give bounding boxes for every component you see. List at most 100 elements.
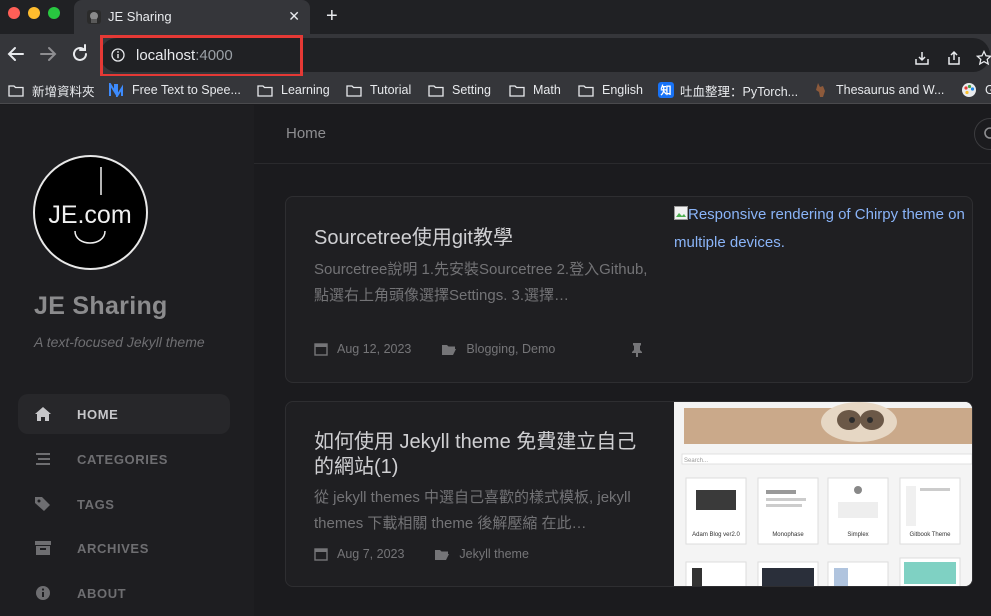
zhihu-icon: 知: [658, 82, 674, 98]
post-date: Aug 12, 2023: [337, 342, 412, 356]
browser-tab-active[interactable]: JE Sharing ✕: [74, 0, 310, 34]
bookmark-label: Learning: [281, 83, 330, 97]
nav-label: TAGS: [77, 497, 115, 512]
forward-arrow-icon[interactable]: [36, 42, 60, 66]
jekyll-themes-screenshot: Search... Adam Blog ver2.0 Monophase Sim…: [674, 402, 972, 586]
new-tab-button[interactable]: +: [326, 5, 338, 28]
tab-close-icon[interactable]: ✕: [288, 8, 300, 25]
bookmark-label: Tutorial: [370, 83, 412, 97]
share-icon[interactable]: [946, 50, 962, 66]
main-content: Home Sourcetree使用git教學 Sourcetree說明 1.先安…: [254, 105, 991, 616]
bookmark-label: Setting: [452, 83, 491, 97]
thumb-caption: Simplex: [847, 532, 868, 538]
bookmark-item[interactable]: 知 吐血整理：PyTorch...: [658, 81, 798, 99]
n-logo-icon: [109, 83, 123, 97]
bookmark-item[interactable]: Tutorial: [346, 81, 411, 99]
breadcrumb: Home: [286, 125, 327, 142]
nav-label: ARCHIVES: [77, 541, 149, 556]
search-icon: [984, 127, 991, 139]
folder-open-icon: [435, 549, 450, 560]
bookmark-item[interactable]: English: [578, 81, 643, 99]
avatar-text: JE.com: [48, 201, 131, 229]
bookmark-item[interactable]: Math: [509, 81, 561, 99]
folder-icon: [346, 84, 362, 97]
url-highlight-box: [100, 35, 303, 77]
post-meta: Aug 7, 2023 Jekyll theme: [314, 547, 529, 561]
folder-icon: [257, 84, 273, 97]
post-date: Aug 7, 2023: [337, 547, 405, 561]
tag-icon: [35, 497, 50, 511]
stream-icon: [36, 453, 50, 465]
site-title[interactable]: JE Sharing: [34, 292, 168, 321]
window-zoom-button[interactable]: [48, 7, 60, 19]
nav-item-tags[interactable]: TAGS: [18, 484, 230, 524]
window-close-button[interactable]: [8, 7, 20, 19]
folder-icon: [509, 84, 525, 97]
nav-item-categories[interactable]: CATEGORIES: [18, 439, 230, 479]
bookmark-label: English: [602, 83, 643, 97]
bookmark-star-icon[interactable]: [976, 50, 991, 66]
bookmark-item[interactable]: Thesaurus and W...: [814, 81, 944, 99]
post-image-broken[interactable]: Responsive rendering of Chirpy theme on …: [674, 201, 972, 257]
avatar[interactable]: JE.com: [33, 155, 148, 270]
folder-open-icon: [442, 344, 457, 355]
post-categories: Jekyll theme: [459, 547, 529, 561]
bookmark-label: 新增資料夾: [32, 84, 95, 99]
calendar-icon: [314, 548, 328, 561]
bookmark-label: 吐血整理：PyTorch...: [680, 84, 799, 99]
post-title[interactable]: Sourcetree使用git教學: [314, 226, 654, 251]
nav-item-about[interactable]: ABOUT: [18, 573, 230, 613]
nav-item-archives[interactable]: ARCHIVES: [18, 528, 230, 568]
post-card[interactable]: Sourcetree使用git教學 Sourcetree說明 1.先安裝Sour…: [285, 196, 973, 383]
topbar-divider: [254, 163, 991, 164]
folder-icon: [428, 84, 444, 97]
post-excerpt: Sourcetree說明 1.先安裝Sourcetree 2.登入Github,…: [314, 261, 648, 304]
bookmark-item[interactable]: Setting: [428, 81, 491, 99]
thumb-search: Search...: [684, 458, 708, 464]
thumb-caption: Gitbook Theme: [910, 532, 952, 538]
nav-label: CATEGORIES: [77, 452, 168, 467]
pin-icon: [632, 343, 642, 357]
bookmark-item[interactable]: 新增資料夾: [8, 81, 95, 99]
bookmark-label: Free Text to Spee...: [132, 83, 241, 97]
back-arrow-icon[interactable]: [4, 42, 28, 66]
avatar-logo: JE.com: [48, 167, 132, 244]
bookmark-label: G: [985, 83, 991, 97]
install-app-icon[interactable]: [914, 50, 930, 66]
info-icon: [36, 586, 50, 600]
broken-image-icon: [674, 206, 688, 220]
bookmark-item[interactable]: Learning: [257, 81, 330, 99]
thumb-caption: Adam Blog ver2.0: [692, 532, 740, 538]
search-button[interactable]: [974, 118, 991, 150]
bookmark-label: Thesaurus and W...: [836, 83, 945, 97]
home-icon: [35, 407, 51, 421]
thumb-caption: Monophase: [772, 532, 804, 538]
browser-tab-bar: JE Sharing ✕ +: [0, 0, 991, 34]
post-preview-image[interactable]: Search... Adam Blog ver2.0 Monophase Sim…: [674, 402, 972, 586]
site-subtitle: A text-focused Jekyll theme: [34, 334, 205, 350]
tab-title: JE Sharing: [108, 9, 172, 24]
archive-icon: [35, 541, 51, 555]
post-categories: Blogging, Demo: [466, 342, 556, 356]
nav-label: ABOUT: [77, 586, 127, 601]
calendar-icon: [314, 343, 328, 356]
folder-icon: [578, 84, 594, 97]
post-excerpt: 從 jekyll themes 中選自己喜歡的樣式模板, jekyll them…: [314, 489, 631, 532]
palette-icon: [962, 83, 976, 97]
bookmarks-bar: 新增資料夾 Free Text to Spee... Learning Tuto…: [0, 76, 991, 104]
bookmark-item[interactable]: Free Text to Spee...: [108, 81, 241, 99]
reload-icon[interactable]: [68, 42, 92, 66]
nav-item-home[interactable]: HOME: [18, 394, 230, 434]
site-favicon-icon: [87, 10, 101, 24]
bookmark-label: Math: [533, 83, 561, 97]
post-title[interactable]: 如何使用 Jekyll theme 免費建立自己的網站(1): [314, 430, 644, 480]
deer-icon: [816, 83, 825, 97]
sidebar: JE.com JE Sharing A text-focused Jekyll …: [0, 105, 254, 616]
bookmark-item[interactable]: G: [961, 81, 991, 99]
post-card[interactable]: 如何使用 Jekyll theme 免費建立自己的網站(1) 從 jekyll …: [285, 401, 973, 587]
post-image-alt: Responsive rendering of Chirpy theme on …: [674, 206, 965, 251]
post-meta: Aug 12, 2023 Blogging, Demo: [314, 342, 555, 356]
nav-label: HOME: [77, 407, 119, 422]
folder-icon: [8, 84, 24, 97]
window-minimize-button[interactable]: [28, 7, 40, 19]
